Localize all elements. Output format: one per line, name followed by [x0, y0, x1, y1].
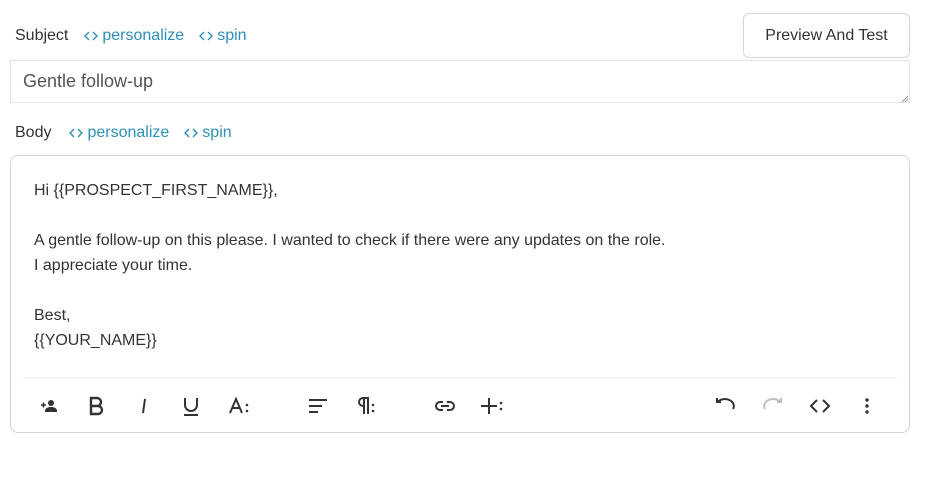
subject-personalize-label: personalize: [102, 27, 185, 44]
redo-icon: [763, 398, 782, 410]
editor-line: Hi {{PROSPECT_FIRST_NAME}},: [34, 182, 278, 199]
align-button[interactable]: [304, 392, 332, 420]
underline-icon: [184, 398, 198, 416]
more-options-button[interactable]: [853, 392, 881, 420]
preview-and-test-button[interactable]: Preview And Test: [743, 13, 910, 58]
font-size-button[interactable]: [225, 392, 253, 420]
more-vert-icon: [865, 398, 869, 414]
paragraph-icon: [358, 397, 375, 414]
code-brackets-icon: [69, 128, 84, 138]
undo-icon: [716, 398, 735, 410]
undo-button[interactable]: [711, 392, 739, 420]
bold-button[interactable]: [82, 392, 110, 420]
italic-icon: [142, 398, 146, 414]
underline-button[interactable]: [177, 392, 205, 420]
subject-label: Subject: [15, 27, 69, 44]
body-spin-link[interactable]: spin: [184, 124, 232, 142]
editor-content[interactable]: Hi {{PROSPECT_FIRST_NAME}}, A gentle fol…: [34, 178, 666, 353]
editor-line: [34, 278, 666, 303]
insert-person-button[interactable]: [35, 392, 63, 420]
align-icon: [309, 399, 327, 413]
subject-spin-link[interactable]: spin: [199, 27, 247, 45]
resize-grip-icon[interactable]: [901, 95, 908, 102]
editor-line: {{YOUR_NAME}}: [34, 332, 157, 349]
code-brackets-icon: [184, 128, 199, 138]
code-brackets-icon: [84, 31, 99, 41]
body-personalize-link[interactable]: personalize: [69, 124, 169, 142]
link-button[interactable]: [431, 392, 459, 420]
editor-line: Best,: [34, 307, 71, 324]
insert-icon: [481, 398, 503, 414]
link-icon: [435, 401, 455, 411]
editor-line: I appreciate your time.: [34, 257, 193, 274]
code-view-button[interactable]: [806, 392, 834, 420]
editor-line: [34, 203, 666, 228]
redo-button[interactable]: [759, 392, 787, 420]
body-label: Body: [15, 124, 52, 141]
body-editor: Hi {{PROSPECT_FIRST_NAME}}, A gentle fol…: [10, 155, 910, 433]
subject-personalize-link[interactable]: personalize: [84, 27, 184, 45]
paragraph-button[interactable]: [351, 392, 379, 420]
insert-button[interactable]: [478, 392, 506, 420]
subject-label-row: Subject personalize spin: [15, 24, 262, 48]
add-person-icon: [41, 400, 57, 412]
code-brackets-icon: [199, 31, 214, 41]
editor-line: A gentle follow-up on this please. I wan…: [34, 232, 666, 249]
body-label-row: Body personalize spin: [15, 121, 247, 145]
body-spin-label: spin: [202, 124, 232, 141]
subject-spin-label: spin: [217, 27, 247, 44]
italic-button[interactable]: [130, 392, 158, 420]
code-icon: [809, 399, 831, 413]
font-size-icon: [229, 396, 249, 414]
subject-input[interactable]: [10, 60, 910, 103]
toolbar-divider: [23, 377, 897, 378]
bold-icon: [89, 396, 104, 416]
body-personalize-label: personalize: [87, 124, 170, 141]
